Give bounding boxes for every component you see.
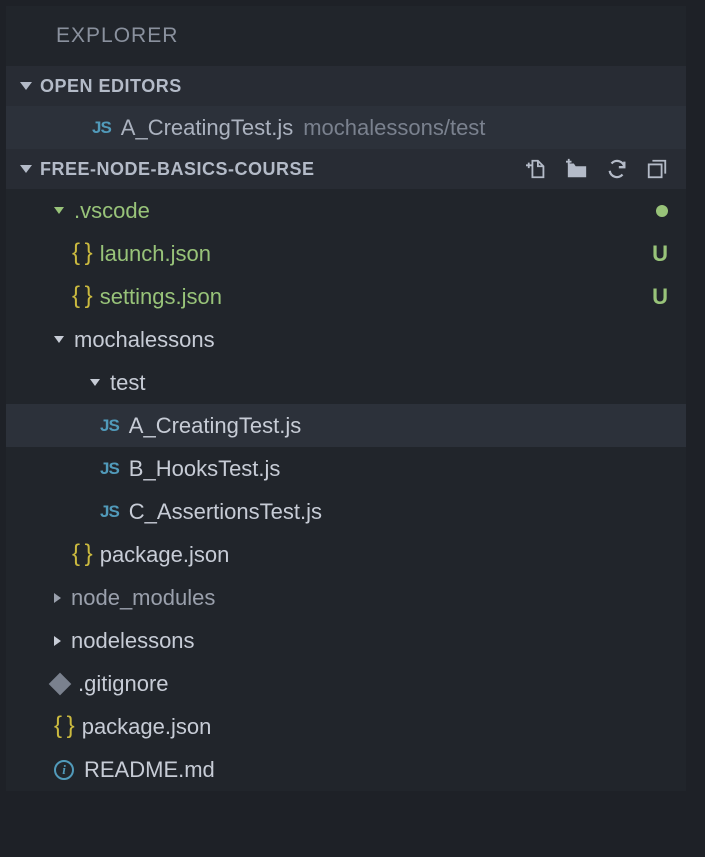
workspace-name: FREE-NODE-BASICS-COURSE bbox=[40, 159, 315, 180]
file-label: settings.json bbox=[100, 284, 222, 310]
file-path: mochalessons/test bbox=[303, 115, 485, 141]
new-file-icon[interactable] bbox=[526, 158, 548, 180]
open-editor-item[interactable]: JS A_CreatingTest.js mochalessons/test bbox=[6, 106, 686, 149]
file-label: README.md bbox=[84, 757, 215, 783]
file-label: launch.json bbox=[100, 241, 211, 267]
open-editors-label: OPEN EDITORS bbox=[40, 76, 182, 97]
workspace-header[interactable]: FREE-NODE-BASICS-COURSE bbox=[6, 149, 686, 189]
file-label: package.json bbox=[82, 714, 212, 740]
folder-label: mochalessons bbox=[74, 327, 215, 353]
js-file-icon: JS bbox=[100, 459, 119, 479]
chevron-right-icon bbox=[54, 593, 61, 603]
file-package-json-mochalessons[interactable]: { } package.json bbox=[6, 533, 686, 576]
refresh-icon[interactable] bbox=[606, 158, 628, 180]
file-label: A_CreatingTest.js bbox=[129, 413, 301, 439]
json-file-icon: { } bbox=[72, 282, 92, 310]
chevron-right-icon bbox=[54, 636, 61, 646]
chevron-down-icon bbox=[90, 379, 100, 386]
folder-nodelessons[interactable]: nodelessons bbox=[6, 619, 686, 662]
folder-vscode[interactable]: .vscode bbox=[6, 189, 686, 232]
chevron-down-icon bbox=[54, 336, 64, 343]
explorer-title: EXPLORER bbox=[6, 6, 686, 66]
chevron-down-icon bbox=[20, 82, 32, 90]
file-a-creatingtest[interactable]: JS A_CreatingTest.js bbox=[6, 404, 686, 447]
file-label: .gitignore bbox=[78, 671, 169, 697]
js-file-icon: JS bbox=[92, 118, 111, 138]
collapse-all-icon[interactable] bbox=[646, 158, 668, 180]
js-file-icon: JS bbox=[100, 416, 119, 436]
folder-label: test bbox=[110, 370, 145, 396]
explorer-panel: EXPLORER OPEN EDITORS JS A_CreatingTest.… bbox=[6, 6, 686, 791]
workspace-actions bbox=[526, 158, 676, 180]
chevron-down-icon bbox=[54, 207, 64, 214]
new-folder-icon[interactable] bbox=[566, 158, 588, 180]
file-name: A_CreatingTest.js bbox=[121, 115, 293, 141]
gitignore-file-icon bbox=[49, 672, 72, 695]
folder-test[interactable]: test bbox=[6, 361, 686, 404]
open-editors-header[interactable]: OPEN EDITORS bbox=[6, 66, 686, 106]
file-b-hookstest[interactable]: JS B_HooksTest.js bbox=[6, 447, 686, 490]
js-file-icon: JS bbox=[100, 502, 119, 522]
git-status-badge: U bbox=[652, 241, 668, 267]
folder-label: node_modules bbox=[71, 585, 215, 611]
git-modified-dot-icon bbox=[656, 205, 668, 217]
file-readme[interactable]: i README.md bbox=[6, 748, 686, 791]
chevron-down-icon bbox=[20, 165, 32, 173]
file-gitignore[interactable]: .gitignore bbox=[6, 662, 686, 705]
file-label: C_AssertionsTest.js bbox=[129, 499, 322, 525]
file-label: package.json bbox=[100, 542, 230, 568]
git-status-badge: U bbox=[652, 284, 668, 310]
file-launch-json[interactable]: { } launch.json U bbox=[6, 232, 686, 275]
json-file-icon: { } bbox=[72, 239, 92, 267]
json-file-icon: { } bbox=[72, 540, 92, 568]
folder-label: .vscode bbox=[74, 198, 150, 224]
folder-mochalessons[interactable]: mochalessons bbox=[6, 318, 686, 361]
folder-node-modules[interactable]: node_modules bbox=[6, 576, 686, 619]
json-file-icon: { } bbox=[54, 712, 74, 740]
readme-file-icon: i bbox=[54, 760, 74, 780]
file-settings-json[interactable]: { } settings.json U bbox=[6, 275, 686, 318]
file-package-json-root[interactable]: { } package.json bbox=[6, 705, 686, 748]
folder-label: nodelessons bbox=[71, 628, 195, 654]
file-c-assertionstest[interactable]: JS C_AssertionsTest.js bbox=[6, 490, 686, 533]
file-label: B_HooksTest.js bbox=[129, 456, 281, 482]
